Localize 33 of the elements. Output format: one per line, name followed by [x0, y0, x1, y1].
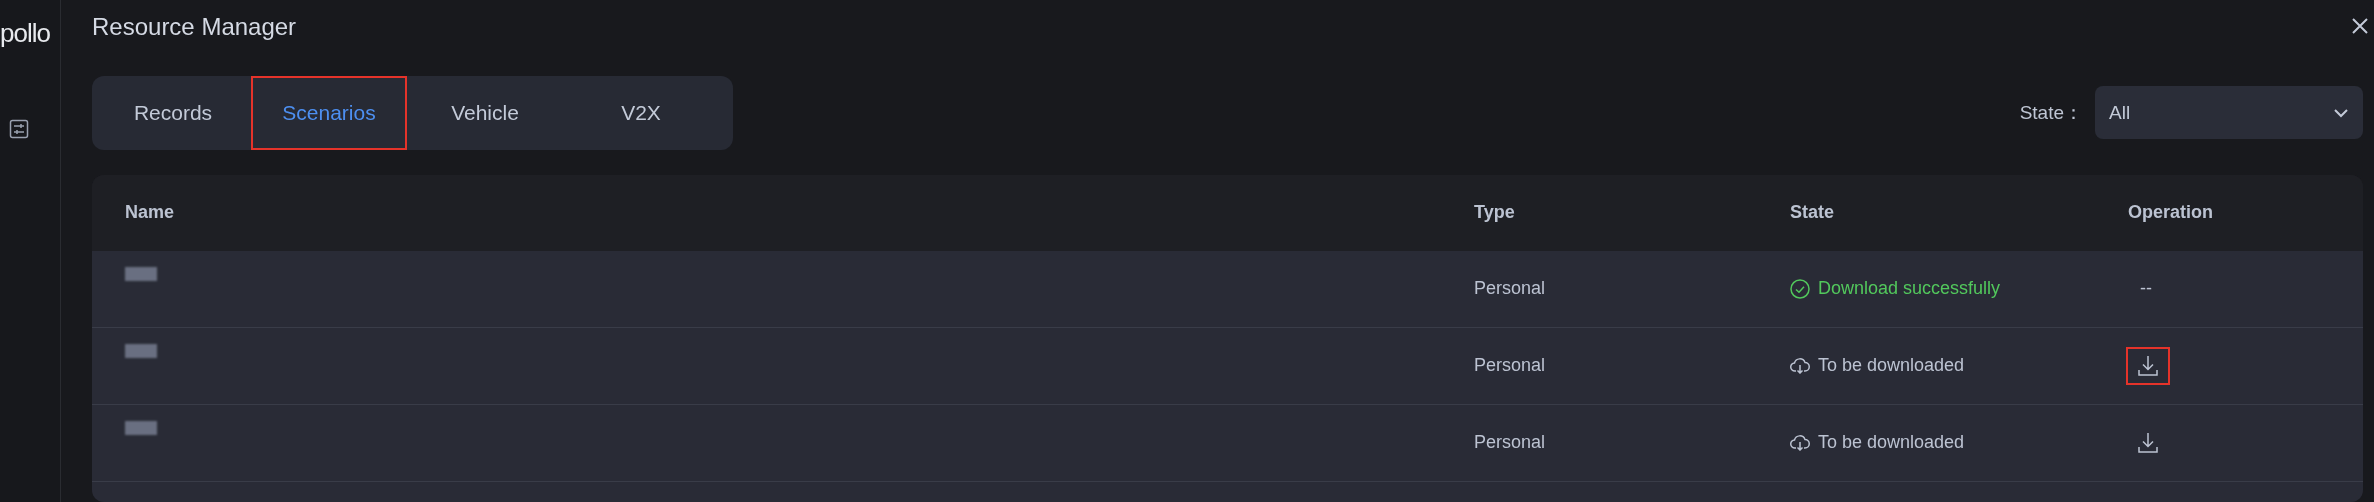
- download-button[interactable]: [2126, 346, 2170, 385]
- table-row[interactable]: Personal Download successfully --: [92, 250, 2363, 328]
- type-cell-text: Personal: [1474, 278, 1547, 300]
- column-header: Name: [124, 202, 176, 224]
- cloud-download-icon: [1790, 357, 1810, 374]
- redacted-name: [125, 420, 157, 435]
- check-circle-icon: [1790, 278, 1810, 299]
- redacted-name: [125, 343, 157, 358]
- table-row[interactable]: Personal To be downloaded: [92, 327, 2363, 405]
- tab[interactable]: V2X: [563, 75, 719, 150]
- state-dropdown[interactable]: All: [2095, 86, 2363, 140]
- download-icon: [2138, 354, 2158, 377]
- table-row[interactable]: Personal To be downloaded: [92, 404, 2363, 482]
- type-cell-text: Personal: [1474, 355, 1547, 377]
- window-title: Resource Manager: [92, 13, 297, 42]
- column-header: State: [1790, 202, 1835, 224]
- state-label: State：: [2019, 100, 2083, 125]
- logo-text: pollo: [0, 18, 50, 49]
- tab[interactable]: Scenarios: [251, 75, 407, 150]
- tab[interactable]: Records: [95, 75, 251, 150]
- state-text: To be downloaded: [1818, 432, 1965, 454]
- column-header: Type: [1474, 202, 1516, 224]
- type-cell-text: Personal: [1474, 432, 1547, 454]
- download-icon: [2138, 431, 2158, 454]
- column-header: Operation: [2128, 202, 2214, 224]
- tab[interactable]: Vehicle: [407, 75, 563, 150]
- state-text: To be downloaded: [1818, 355, 1965, 377]
- sliders-icon[interactable]: [9, 119, 29, 139]
- empty-operation: --: [2139, 278, 2152, 299]
- state-text: Download successfully: [1818, 278, 2001, 300]
- redacted-name: [125, 266, 157, 281]
- cloud-download-icon: [1790, 434, 1810, 451]
- chevron-down-icon: [2333, 107, 2349, 118]
